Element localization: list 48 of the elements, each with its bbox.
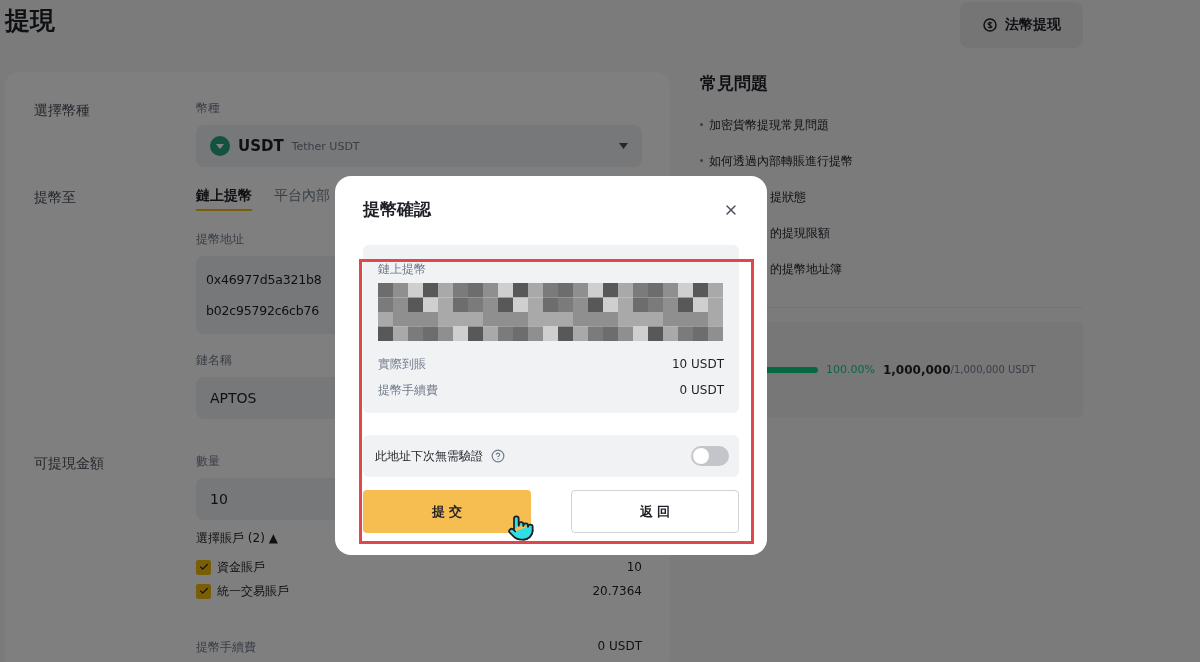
accounts-toggle[interactable]: 選擇賬戶 (2) ▲ bbox=[196, 530, 642, 547]
summary-label: 實際到賬 bbox=[378, 355, 426, 373]
help-icon[interactable] bbox=[491, 449, 505, 463]
faq-link[interactable]: 加密貨幣提現常見問題 bbox=[700, 117, 1083, 153]
check-icon bbox=[198, 562, 209, 572]
fee-label: 提幣手續費 bbox=[196, 639, 256, 656]
tab[interactable]: 平台內部 bbox=[274, 187, 330, 211]
account-name: 資金賬戶 bbox=[217, 558, 265, 576]
bullet-icon bbox=[700, 158, 703, 162]
caret-icon bbox=[619, 143, 628, 149]
toggle-switch[interactable] bbox=[691, 446, 729, 466]
bullet-icon bbox=[700, 122, 703, 126]
account-name: 統一交易賬戶 bbox=[217, 582, 289, 600]
tab[interactable]: 鏈上提幣 bbox=[196, 187, 252, 211]
field-label: 鏈名稱 bbox=[196, 352, 232, 369]
fiat-withdraw-button[interactable]: 法幣提现 bbox=[960, 2, 1083, 48]
address-text: b02c95792c6cb76 bbox=[206, 303, 320, 318]
limit-used: 1,000,000 bbox=[882, 362, 951, 377]
account-amount: 20.7364 bbox=[592, 584, 642, 598]
coin-select[interactable]: USDT Tether USDT bbox=[196, 125, 642, 167]
faq-title: 常見問題 bbox=[700, 72, 769, 95]
hand-cursor-icon bbox=[507, 514, 535, 542]
address-text: 0x46977d5a321b8 bbox=[206, 272, 322, 287]
summary-value: 0 USDT bbox=[679, 383, 724, 397]
section-label: 提幣至 bbox=[34, 188, 77, 207]
limit-total: /1,000,000 USDT bbox=[950, 364, 1036, 375]
check-icon bbox=[198, 586, 209, 596]
page-title: 提現 bbox=[5, 5, 55, 37]
summary-value: 10 USDT bbox=[671, 357, 724, 371]
dialog-title: 提幣確認 bbox=[363, 198, 431, 221]
account-amount: 10 bbox=[626, 560, 642, 574]
coin-icon bbox=[210, 136, 230, 156]
summary-label: 提幣手續費 bbox=[378, 381, 438, 399]
back-button[interactable]: 返 回 bbox=[571, 490, 739, 533]
checkbox[interactable] bbox=[196, 583, 211, 599]
section-label: 選擇幣種 bbox=[34, 101, 91, 120]
field-label: 提幣地址 bbox=[196, 231, 244, 248]
checkbox[interactable] bbox=[196, 559, 211, 575]
limit-percent: 100.00% bbox=[826, 363, 875, 376]
field-label: 幣種 bbox=[196, 100, 220, 117]
fee-value: 0 USDT bbox=[597, 639, 642, 655]
dollar-coin-icon bbox=[982, 18, 997, 32]
section-label: 可提現金額 bbox=[34, 454, 105, 473]
field-label: 數量 bbox=[196, 453, 220, 470]
toggle-label: 此地址下次無需驗證 bbox=[375, 447, 483, 465]
submit-button[interactable]: 提 交 bbox=[363, 490, 531, 533]
faq-link[interactable]: 如何透過內部轉賬進行提幣 bbox=[700, 153, 1083, 189]
method-label: 鏈上提幣 bbox=[378, 261, 427, 278]
